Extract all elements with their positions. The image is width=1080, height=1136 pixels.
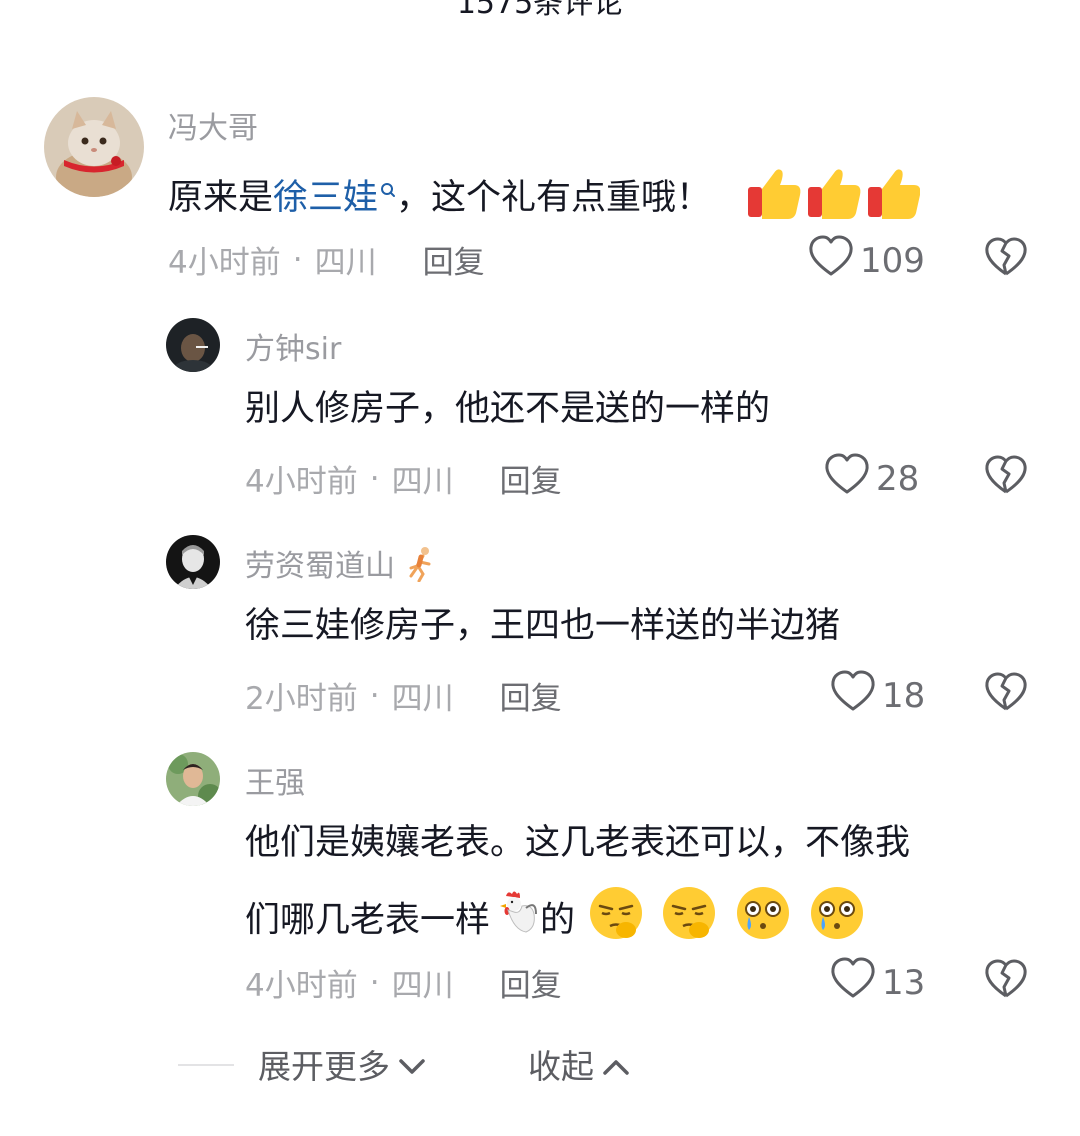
comment-time: 4小时前 <box>245 968 358 1004</box>
meta-separator: · <box>369 964 380 1001</box>
divider-line <box>178 1064 234 1066</box>
broken-heart-icon <box>984 959 1028 1003</box>
replies-footer: 展开更多 收起 <box>0 1040 1080 1090</box>
avatar[interactable] <box>166 535 220 589</box>
comment-location: 四川 <box>314 245 377 281</box>
like-button[interactable]: 28 <box>824 453 919 504</box>
comment-username[interactable]: 方钟sir <box>245 324 341 368</box>
meta-separator: · <box>292 241 303 278</box>
meta-separator: · <box>369 677 380 714</box>
comment-count-title: 1575条评论 <box>456 0 624 21</box>
reply-button[interactable]: 回复 <box>500 673 562 718</box>
comment-location: 四川 <box>391 968 454 1004</box>
comment-meta: 4小时前 · 四川 回复 <box>245 456 562 501</box>
heart-icon <box>808 235 854 286</box>
comment-time: 4小时前 <box>245 464 358 500</box>
crying-emoji <box>732 884 794 959</box>
like-count: 18 <box>882 675 926 716</box>
broken-heart-icon <box>984 672 1028 716</box>
thumbs-up-emoji <box>744 165 921 233</box>
comment-meta: 4小时前 · 四川 回复 <box>245 960 562 1005</box>
chevron-up-icon <box>602 1045 630 1084</box>
avatar[interactable] <box>166 752 220 806</box>
rooster-emoji <box>492 890 538 953</box>
comment-item: 王强 他们是姨孃老表。这几老表还可以，不像我 们哪几老表一样 的 4小时前 · … <box>0 750 1080 1020</box>
like-button[interactable]: 109 <box>808 235 925 286</box>
dislike-button[interactable] <box>984 672 1028 716</box>
comment-username[interactable]: 冯大哥 <box>168 103 258 147</box>
smirk-emoji <box>586 884 648 959</box>
like-button[interactable]: 13 <box>830 957 925 1008</box>
comment-item: 冯大哥 原来是徐三娃 ，这个礼有点重哦！ 4小时前 · 四川 回复 109 <box>0 95 1080 295</box>
comment-username[interactable]: 劳资蜀道山 <box>245 541 439 590</box>
runner-emoji <box>405 546 439 590</box>
like-count: 109 <box>860 240 925 281</box>
crying-emoji <box>806 884 868 959</box>
comment-time: 4小时前 <box>168 245 281 281</box>
comment-item: 方钟sir 别人修房子，他还不是送的一样的 4小时前 · 四川 回复 28 <box>0 316 1080 516</box>
like-count: 28 <box>876 458 920 499</box>
comment-text-line-2: 们哪几老表一样 的 <box>245 884 868 959</box>
avatar[interactable] <box>166 318 220 372</box>
comment-location: 四川 <box>391 464 454 500</box>
reply-button[interactable]: 回复 <box>500 456 562 501</box>
heart-icon <box>824 453 870 504</box>
comment-text: 别人修房子，他还不是送的一样的 <box>245 389 771 429</box>
dislike-button[interactable] <box>984 237 1028 281</box>
meta-separator: · <box>369 460 380 497</box>
broken-heart-icon <box>984 237 1028 281</box>
comment-meta: 4小时前 · 四川 回复 <box>168 237 485 282</box>
comment-text-suffix: ，这个礼有点重哦！ <box>396 178 712 218</box>
search-link[interactable]: 徐三娃 <box>273 178 396 218</box>
reply-button[interactable]: 回复 <box>500 960 562 1005</box>
chevron-down-icon <box>398 1045 426 1084</box>
reply-button[interactable]: 回复 <box>423 237 485 282</box>
comment-text: 原来是徐三娃 ，这个礼有点重哦！ <box>168 165 921 233</box>
heart-icon <box>830 957 876 1008</box>
comment-item: 劳资蜀道山 徐三娃修房子，王四也一样送的半边猪 2小时前 · 四川 回复 18 <box>0 533 1080 733</box>
avatar[interactable] <box>44 97 144 197</box>
smirk-emoji <box>659 884 721 959</box>
like-count: 13 <box>882 962 926 1003</box>
heart-icon <box>830 670 876 721</box>
dislike-button[interactable] <box>984 959 1028 1003</box>
comment-time: 2小时前 <box>245 681 358 717</box>
search-icon <box>380 165 396 211</box>
like-button[interactable]: 18 <box>830 670 925 721</box>
dislike-button[interactable] <box>984 455 1028 499</box>
comment-text-prefix: 原来是 <box>168 178 274 218</box>
broken-heart-icon <box>984 455 1028 499</box>
expand-more-button[interactable]: 展开更多 <box>258 1040 426 1088</box>
comment-text-line-1: 他们是姨孃老表。这几老表还可以，不像我 <box>245 823 911 863</box>
comment-meta: 2小时前 · 四川 回复 <box>245 673 562 718</box>
comment-text: 徐三娃修房子，王四也一样送的半边猪 <box>245 606 841 646</box>
collapse-button[interactable]: 收起 <box>528 1040 630 1088</box>
comment-username[interactable]: 王强 <box>245 758 305 802</box>
comment-location: 四川 <box>391 681 454 717</box>
